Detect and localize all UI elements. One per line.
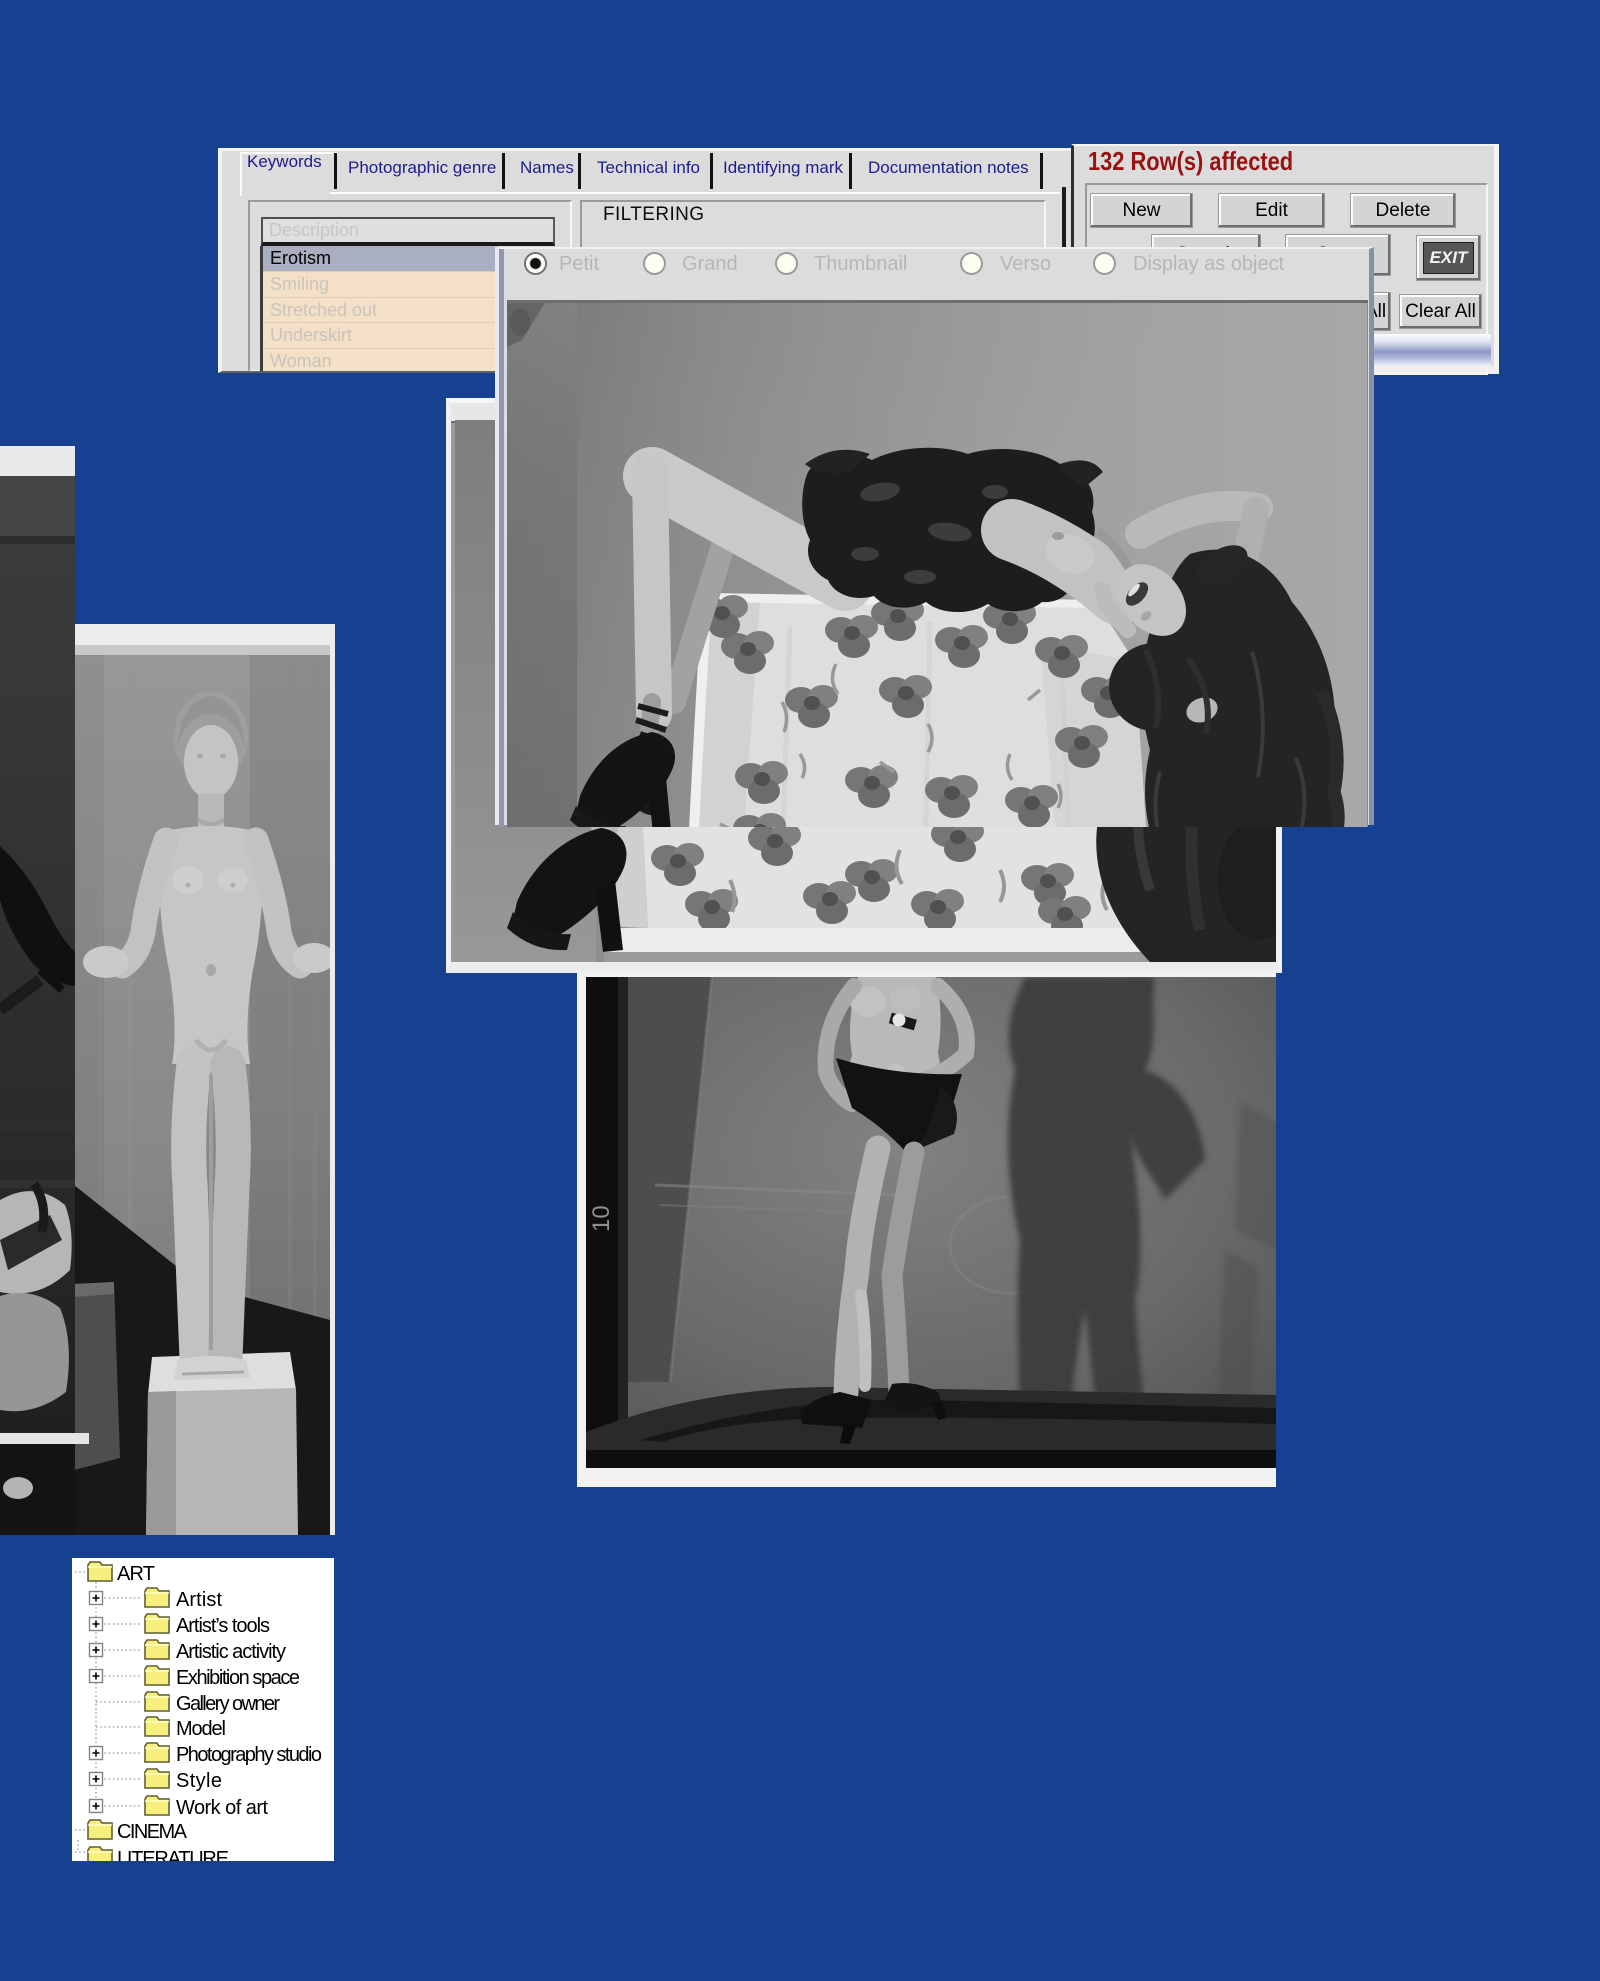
svg-text:Artist: Artist bbox=[176, 1589, 222, 1611]
svg-text:Artistic activity: Artistic activity bbox=[176, 1641, 286, 1663]
svg-text:CINEMA: CINEMA bbox=[117, 1821, 188, 1843]
svg-text:Exhibition space: Exhibition space bbox=[176, 1667, 300, 1689]
svg-text:Work of art: Work of art bbox=[176, 1797, 268, 1819]
svg-text:Photography studio: Photography studio bbox=[176, 1744, 322, 1766]
svg-text:LITERATURE: LITERATURE bbox=[117, 1848, 229, 1861]
svg-text:Model: Model bbox=[176, 1718, 226, 1740]
svg-text:ART: ART bbox=[117, 1563, 155, 1585]
svg-text:Artist’s tools: Artist’s tools bbox=[176, 1615, 270, 1637]
svg-text:Gallery owner: Gallery owner bbox=[176, 1693, 280, 1715]
svg-text:Style: Style bbox=[176, 1770, 222, 1792]
